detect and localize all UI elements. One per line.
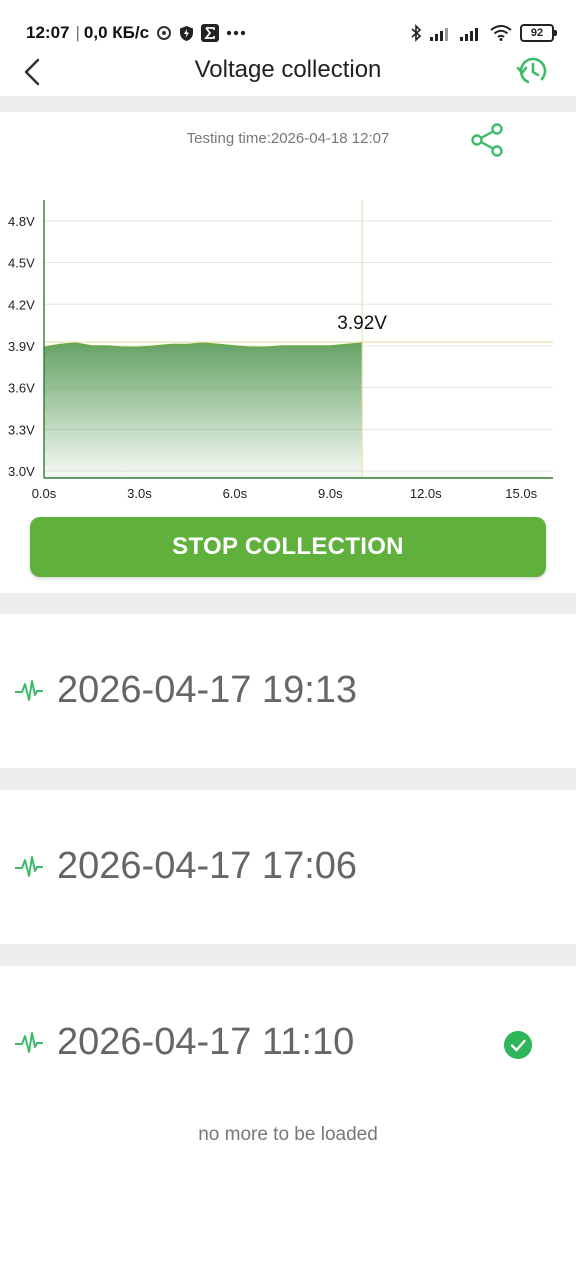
voltage-area	[44, 343, 363, 478]
signal-icon-2	[460, 28, 478, 41]
x-tick-label: 0.0s	[32, 486, 57, 501]
battery-indicator: 92	[520, 24, 557, 42]
y-tick-label: 3.9V	[8, 339, 35, 354]
page-title: Voltage collection	[194, 56, 382, 83]
record-item[interactable]: 2026-04-17 11:10	[0, 966, 576, 1120]
network-speed: 0,0 КБ/с	[83, 23, 150, 42]
record-time: 2026-04-17 11:10	[57, 1021, 355, 1063]
signal-icon	[430, 28, 448, 41]
app-bar: Voltage collection	[0, 50, 576, 96]
waveform-icon	[15, 1032, 43, 1053]
stop-collection-button[interactable]: STOP COLLECTION	[30, 517, 546, 577]
no-more-label: no more to be loaded	[198, 1124, 378, 1145]
x-tick-label: 15.0s	[505, 486, 537, 501]
section-divider	[0, 944, 576, 966]
cursor-value-label: 3.92V	[337, 313, 387, 334]
bluetooth-icon	[411, 24, 422, 42]
sigma-app-icon	[201, 24, 220, 42]
section-divider	[0, 593, 576, 614]
waveform-icon	[15, 856, 43, 877]
record-item[interactable]: 2026-04-17 19:13	[0, 614, 576, 768]
section-divider	[0, 96, 576, 112]
status-right: 92	[410, 24, 557, 42]
record-time: 2026-04-17 19:13	[57, 669, 358, 711]
voltage-chart: 3.0V 3.3V 3.6V 3.9V 4.2V 4.5V 4.8V 0.0s 3.0s 6.0s…	[8, 200, 553, 501]
wifi-icon	[490, 25, 512, 41]
waveform-icon	[15, 680, 43, 701]
y-tick-label: 4.5V	[8, 256, 35, 271]
sync-icon	[157, 26, 172, 40]
y-tick-label: 3.3V	[8, 422, 35, 437]
y-tick-label: 3.0V	[8, 464, 35, 479]
x-tick-label: 6.0s	[223, 486, 248, 501]
status-time: 12:07	[26, 23, 70, 42]
status-left: 12:07 | 0,0 КБ/с	[26, 23, 246, 43]
y-tick-label: 4.8V	[8, 214, 35, 229]
share-icon[interactable]	[468, 122, 506, 158]
history-icon[interactable]	[514, 53, 550, 89]
status-separator: |	[75, 23, 80, 42]
more-notifications-icon	[226, 30, 246, 36]
status-bar: 12:07 | 0,0 КБ/с 92	[0, 0, 576, 50]
x-tick-label: 9.0s	[318, 486, 343, 501]
section-divider	[0, 768, 576, 790]
record-item[interactable]: 2026-04-17 17:06	[0, 790, 576, 944]
x-tick-label: 3.0s	[127, 486, 152, 501]
shield-icon	[180, 25, 194, 41]
y-tick-label: 4.2V	[8, 297, 35, 312]
y-tick-label: 3.6V	[8, 381, 35, 396]
record-time: 2026-04-17 17:06	[57, 845, 358, 887]
x-tick-label: 12.0s	[410, 486, 442, 501]
selected-check-icon	[504, 1031, 532, 1059]
